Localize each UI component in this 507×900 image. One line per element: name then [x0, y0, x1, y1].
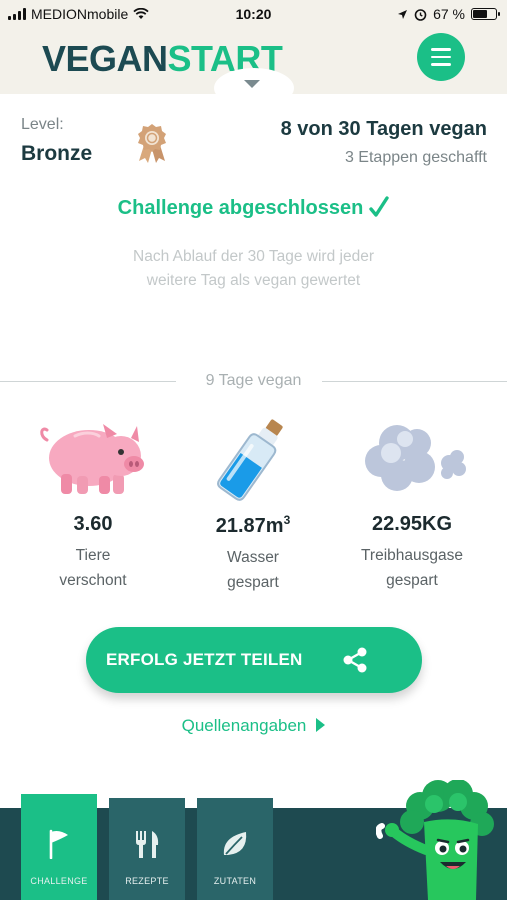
stat-animals-label-2: verschont	[59, 572, 127, 589]
water-bottle-icon	[217, 419, 283, 501]
leaf-icon	[223, 832, 247, 855]
level-label: Level:	[21, 116, 64, 133]
stat-gas-label-2: gespart	[386, 572, 438, 589]
piggy-bank-icon	[40, 423, 144, 494]
stat-water: 21.87m3 Wasser gespart	[178, 410, 328, 595]
bronze-medal-icon	[138, 124, 166, 163]
stat-water-label-2: gespart	[227, 574, 279, 591]
stat-water-label-1: Wasser	[227, 549, 279, 566]
share-icon	[343, 647, 367, 673]
battery-icon	[471, 8, 500, 20]
header-notch	[214, 68, 294, 108]
vegan-days-label: 9 Tage vegan	[205, 372, 302, 389]
hamburger-icon	[431, 48, 451, 51]
tab-recipes[interactable]: REZEPTE	[109, 798, 185, 900]
chevron-right-icon	[316, 718, 326, 732]
stat-gas-label-1: Treibhausgase	[361, 547, 463, 564]
stat-animals-value: 3.60	[73, 513, 113, 535]
chevron-down-icon[interactable]	[244, 80, 260, 88]
tab-ingredients-label: ZUTATEN	[213, 876, 257, 886]
stat-animals-label-1: Tiere	[75, 547, 111, 564]
stat-animals: 3.60 Tiere verschont	[18, 410, 168, 593]
location-icon	[398, 9, 408, 19]
challenge-status: Challenge abgeschlossen	[0, 196, 507, 220]
stat-gas-value: 22.95KG	[371, 513, 453, 535]
battery-percent: 67 %	[433, 6, 465, 22]
days-progress-title: 8 von 30 Tagen vegan	[280, 118, 487, 140]
stat-water-value: 21.87m3	[215, 513, 291, 537]
tab-challenge-label: CHALLENGE	[30, 876, 88, 886]
sources-link[interactable]: Quellenangaben	[0, 716, 507, 736]
alarm-icon	[414, 8, 427, 21]
tab-recipes-label: REZEPTE	[125, 876, 169, 886]
share-success-button[interactable]: ERFOLG JETZT TEILEN	[86, 627, 422, 693]
logo-vegan: VEGAN	[42, 38, 168, 79]
level-value: Bronze	[21, 142, 93, 165]
cloud-gas-icon	[365, 424, 466, 491]
challenge-note: Nach Ablauf der 30 Tage wird jeder weite…	[133, 248, 374, 289]
tab-ingredients[interactable]: ZUTATEN	[197, 798, 273, 900]
challenge-status-text: Challenge abgeschlossen	[117, 197, 364, 219]
stages-completed: 3 Etappen geschafft	[344, 149, 487, 166]
flag-icon	[49, 829, 68, 859]
fork-knife-icon	[136, 831, 159, 858]
share-button-label: ERFOLG JETZT TEILEN	[106, 650, 303, 669]
sources-label: Quellenangaben	[181, 716, 307, 735]
tab-challenge[interactable]: CHALLENGE	[21, 794, 97, 900]
check-icon	[369, 196, 390, 217]
stat-gas: 22.95KG Treibhausgase gespart	[337, 410, 487, 593]
status-bar: MEDIONmobile 10:20 67 %	[0, 0, 507, 28]
broccoli-mascot-icon	[376, 780, 494, 900]
menu-button[interactable]	[417, 33, 465, 81]
